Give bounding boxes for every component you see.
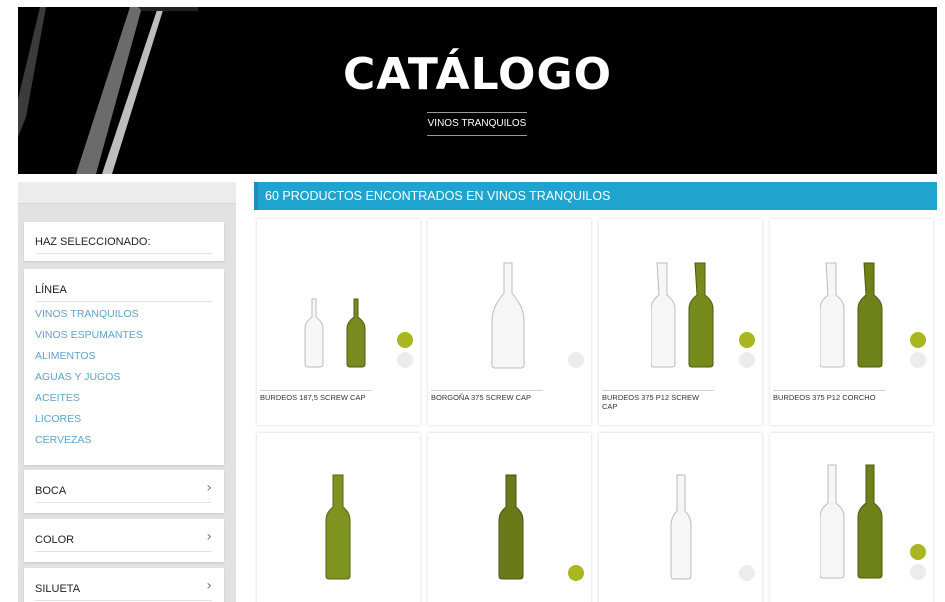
linea-list: VINOS TRANQUILOS VINOS ESPUMANTES ALIMEN… [35,307,143,454]
chevron-right-icon[interactable]: › [206,529,212,545]
color-swatch-green[interactable] [910,544,926,560]
results-count-bar: 60 PRODUCTOS ENCONTRADOS EN VINOS TRANQU… [254,182,937,210]
divider [427,135,527,136]
product-card[interactable] [770,433,933,602]
product-name: BORGOÑA 375 SCREW CAP [431,390,543,402]
color-filter-panel[interactable]: COLOR › [24,519,224,562]
product-card[interactable] [599,433,762,602]
hero-subtitle-block: VINOS TRANQUILOS [427,112,527,136]
product-card[interactable]: BURDEOS 375 P12 SCREW CAP [599,219,762,425]
product-name: BURDEOS 187,5 SCREW CAP [260,390,372,402]
product-image [651,262,714,368]
product-card[interactable]: BORGOÑA 375 SCREW CAP [428,219,591,425]
product-image [820,262,883,368]
color-swatch-white[interactable] [739,352,755,368]
linea-filter-title: LÍNEA [35,284,212,302]
color-swatch-white[interactable] [910,564,926,580]
product-card[interactable]: BURDEOS 187,5 SCREW CAP [257,219,420,425]
linea-item-alimentos[interactable]: ALIMENTOS [35,349,143,370]
linea-item-aceites[interactable]: ACEITES [35,391,143,412]
color-swatch-green[interactable] [910,332,926,348]
linea-item-aguas-y-jugos[interactable]: AGUAS Y JUGOS [35,370,143,391]
color-swatch-green[interactable] [739,332,755,348]
linea-item-vinos-tranquilos[interactable]: VINOS TRANQUILOS [35,307,143,328]
linea-item-cervezas[interactable]: CERVEZAS [35,433,143,454]
silueta-filter-panel[interactable]: SILUETA › [24,568,224,602]
boca-filter-panel[interactable]: BOCA › [24,470,224,513]
filter-sidebar: HAZ SELECCIONADO: LÍNEA VINOS TRANQUILOS… [18,182,236,602]
silueta-filter-title: SILUETA [35,583,212,601]
linea-item-vinos-espumantes[interactable]: VINOS ESPUMANTES [35,328,143,349]
product-card[interactable]: BURDEOS 375 P12 CORCHO [770,219,933,425]
product-image [325,474,351,580]
color-swatch-white[interactable] [739,565,755,581]
color-swatch-white[interactable] [568,352,584,368]
product-card[interactable] [257,433,420,602]
product-image [498,474,524,580]
product-card[interactable] [428,433,591,602]
product-name: BURDEOS 375 P12 CORCHO [773,390,885,402]
selected-filters-panel: HAZ SELECCIONADO: [24,222,224,261]
linea-item-licores[interactable]: LICORES [35,412,143,433]
product-image [670,474,692,580]
color-swatch-white[interactable] [910,352,926,368]
selected-filters-title: HAZ SELECCIONADO: [35,236,212,254]
sidebar-header [18,182,236,204]
product-name: BURDEOS 375 P12 SCREW CAP [602,390,714,411]
hero-subtitle: VINOS TRANQUILOS [427,118,527,129]
color-filter-title: COLOR [35,534,212,552]
color-swatch-white[interactable] [397,352,413,368]
color-swatch-green[interactable] [397,332,413,348]
linea-filter-panel: LÍNEA VINOS TRANQUILOS VINOS ESPUMANTES … [24,269,224,465]
hero-banner: CATÁLOGO VINOS TRANQUILOS [18,7,937,174]
product-image [491,262,525,369]
boca-filter-title: BOCA [35,485,212,503]
page-title: CATÁLOGO [343,49,612,100]
product-image [304,298,366,368]
chevron-right-icon[interactable]: › [206,480,212,496]
color-swatch-green[interactable] [568,565,584,581]
product-image [820,464,883,579]
chevron-right-icon[interactable]: › [206,578,212,594]
